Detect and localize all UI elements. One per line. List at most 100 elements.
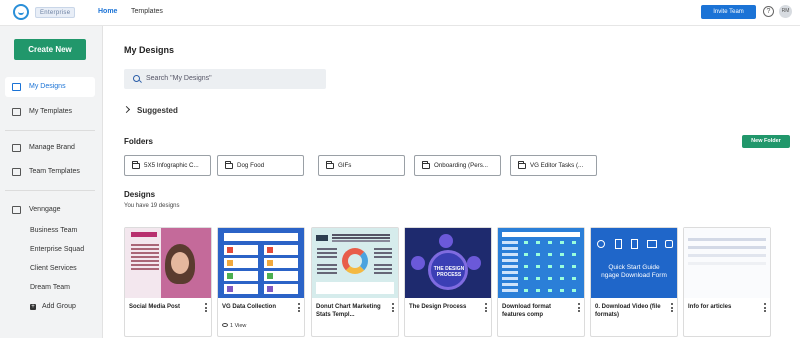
folder-label: Dog Food bbox=[237, 162, 265, 169]
design-card[interactable]: Download format features comp bbox=[497, 227, 585, 337]
thumb-decoration bbox=[227, 247, 233, 253]
group-business-team[interactable]: Business Team bbox=[30, 226, 77, 236]
folder-label: 5X5 Infographic C... bbox=[144, 162, 199, 169]
design-title[interactable]: Download format features comp bbox=[502, 304, 570, 319]
folder-item[interactable]: GIFs bbox=[318, 155, 405, 176]
design-title[interactable]: Info for articles bbox=[688, 304, 756, 312]
folders-heading: Folders bbox=[124, 137, 153, 146]
team-templates-icon bbox=[12, 168, 21, 176]
more-options-icon[interactable] bbox=[764, 303, 766, 312]
search-placeholder: Search "My Designs" bbox=[146, 75, 212, 82]
folder-item[interactable]: Dog Food bbox=[217, 155, 304, 176]
folder-label: Onboarding (Pers... bbox=[434, 162, 488, 169]
create-new-button[interactable]: Create New bbox=[14, 39, 86, 60]
main-content: My Designs Search "My Designs" Suggested… bbox=[104, 26, 800, 338]
sidebar-item-team-templates[interactable]: Team Templates bbox=[5, 162, 95, 182]
design-title[interactable]: Social Media Post bbox=[129, 304, 197, 312]
sidebar-item-my-templates[interactable]: My Templates bbox=[5, 102, 95, 122]
group-client-services[interactable]: Client Services bbox=[30, 264, 77, 274]
invite-team-button[interactable]: Invite Team bbox=[701, 5, 756, 19]
design-card[interactable]: THE DESIGN PROCESS The Design Process bbox=[404, 227, 492, 337]
thumb-decoration bbox=[665, 240, 673, 248]
folder-item[interactable]: VG Editor Tasks (... bbox=[510, 155, 597, 176]
group-enterprise-squad[interactable]: Enterprise Squad bbox=[30, 245, 84, 255]
chevron-right-icon bbox=[122, 105, 131, 114]
design-thumbnail[interactable] bbox=[218, 228, 304, 298]
thumb-decoration bbox=[439, 234, 453, 248]
design-thumbnail[interactable] bbox=[312, 228, 398, 298]
venngage-org-icon bbox=[12, 206, 21, 214]
design-thumbnail[interactable]: THE DESIGN PROCESS bbox=[405, 228, 491, 298]
folder-icon bbox=[518, 161, 526, 169]
folder-item[interactable]: 5X5 Infographic C... bbox=[124, 155, 211, 176]
thumb-decoration bbox=[316, 282, 394, 294]
design-title[interactable]: 0. Download Video (file formats) bbox=[595, 304, 663, 319]
sidebar-item-venngage[interactable]: Venngage bbox=[5, 200, 95, 220]
design-thumbnail[interactable] bbox=[684, 228, 770, 298]
thumb-decoration bbox=[224, 233, 298, 241]
design-thumbnail[interactable] bbox=[498, 228, 584, 298]
thumb-decoration bbox=[597, 240, 605, 248]
add-group-label: Add Group bbox=[42, 303, 76, 310]
design-thumbnail[interactable] bbox=[125, 228, 211, 298]
design-card[interactable]: VG Data Collection 1 View bbox=[217, 227, 305, 337]
design-title[interactable]: Donut Chart Marketing Stats Templ... bbox=[316, 304, 384, 319]
designs-count: You have 19 designs bbox=[124, 203, 180, 209]
group-dream-team[interactable]: Dream Team bbox=[30, 283, 70, 293]
design-card[interactable]: Info for articles bbox=[683, 227, 771, 337]
thumb-decoration bbox=[524, 241, 528, 244]
folder-label: VG Editor Tasks (... bbox=[530, 162, 584, 169]
search-input[interactable]: Search "My Designs" bbox=[124, 69, 326, 89]
thumb-decoration bbox=[171, 252, 189, 274]
more-options-icon[interactable] bbox=[671, 303, 673, 312]
folder-icon bbox=[225, 161, 233, 169]
sidebar-divider bbox=[5, 190, 95, 191]
sidebar-item-label: My Templates bbox=[29, 108, 73, 115]
more-options-icon[interactable] bbox=[578, 303, 580, 312]
more-options-icon[interactable] bbox=[392, 303, 394, 312]
sidebar-divider bbox=[5, 130, 95, 131]
top-bar: Enterprise Home Templates Invite Team ? … bbox=[0, 0, 800, 26]
designs-heading: Designs bbox=[124, 190, 156, 199]
sidebar-item-label: Team Templates bbox=[29, 168, 80, 175]
thumb-decoration bbox=[342, 248, 368, 274]
nav-templates[interactable]: Templates bbox=[131, 7, 163, 17]
more-options-icon[interactable] bbox=[485, 303, 487, 312]
nav-home[interactable]: Home bbox=[98, 7, 117, 17]
thumb-decoration bbox=[316, 235, 328, 241]
design-title[interactable]: The Design Process bbox=[409, 304, 477, 312]
design-thumbnail[interactable]: Quick Start Guide ngage Download Form bbox=[591, 228, 677, 298]
add-icon: + bbox=[30, 304, 36, 310]
view-count: 1 View bbox=[222, 323, 246, 329]
venngage-logo-icon[interactable] bbox=[13, 4, 29, 20]
design-card[interactable]: Social Media Post bbox=[124, 227, 212, 337]
avatar[interactable]: RM bbox=[779, 5, 792, 18]
design-card[interactable]: Quick Start Guide ngage Download Form 0.… bbox=[590, 227, 678, 337]
folder-label: GIFs bbox=[338, 162, 352, 169]
more-options-icon[interactable] bbox=[205, 303, 207, 312]
design-card[interactable]: Donut Chart Marketing Stats Templ... bbox=[311, 227, 399, 337]
more-options-icon[interactable] bbox=[298, 303, 300, 312]
suggested-toggle[interactable]: Suggested bbox=[122, 105, 178, 116]
design-title[interactable]: VG Data Collection bbox=[222, 304, 290, 312]
thumb-decoration bbox=[688, 238, 766, 241]
thumb-decoration bbox=[502, 232, 580, 237]
sidebar: Create New My Designs My Templates Manag… bbox=[0, 26, 103, 338]
sidebar-item-label: My Designs bbox=[29, 83, 66, 90]
new-folder-button[interactable]: New Folder bbox=[742, 135, 790, 148]
thumb-decoration bbox=[264, 245, 298, 255]
eye-icon bbox=[222, 323, 228, 327]
folder-icon bbox=[422, 161, 430, 169]
view-count-label: 1 View bbox=[230, 323, 247, 329]
help-icon[interactable]: ? bbox=[763, 6, 774, 17]
sidebar-item-label: Venngage bbox=[29, 206, 61, 213]
sidebar-item-manage-brand[interactable]: Manage Brand bbox=[5, 138, 95, 158]
thumb-decoration bbox=[374, 248, 392, 250]
folder-icon bbox=[326, 161, 334, 169]
add-group-button[interactable]: + Add Group bbox=[30, 302, 76, 312]
search-icon bbox=[133, 75, 140, 82]
sidebar-item-my-designs[interactable]: My Designs bbox=[5, 77, 95, 97]
thumb-decoration bbox=[647, 240, 657, 248]
sidebar-item-label: Manage Brand bbox=[29, 144, 75, 151]
folder-item[interactable]: Onboarding (Pers... bbox=[414, 155, 501, 176]
